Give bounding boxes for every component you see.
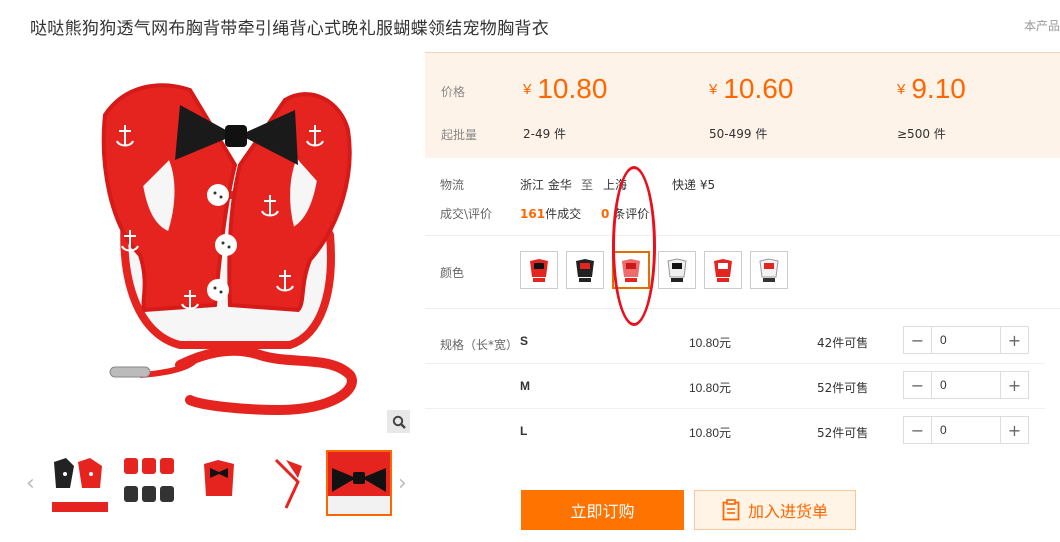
add-to-cart-button[interactable]: 加入进货单 <box>694 490 856 530</box>
logistics-to-word: 至 <box>581 178 594 192</box>
tier-qty-3: ≥500 件 <box>897 127 946 141</box>
spec-stock: 42件可售 <box>817 336 869 350</box>
spec-price: 10.80元 <box>689 336 732 350</box>
shipping-fee: 快递 ¥5 <box>672 178 716 192</box>
spec-size: M <box>520 379 530 393</box>
quantity-input[interactable] <box>932 417 1000 443</box>
plus-icon[interactable]: + <box>1000 327 1028 353</box>
spec-row-l: L 10.80元 52件可售 − + <box>425 410 1045 454</box>
tier-qty-2: 50-499 件 <box>709 127 768 141</box>
color-swatch-2[interactable] <box>566 251 604 289</box>
chevron-left-icon[interactable]: ‹ <box>26 472 38 496</box>
quantity-input[interactable] <box>932 327 1000 353</box>
minus-icon[interactable]: − <box>904 417 932 443</box>
color-swatch-3[interactable] <box>612 251 650 289</box>
spec-row-s: S 10.80元 42件可售 − + <box>425 320 1045 364</box>
harness-illustration <box>101 83 357 416</box>
magnifier-icon <box>392 415 406 429</box>
plus-icon[interactable]: + <box>1000 372 1028 398</box>
tier-price-1: ¥10.80 <box>523 73 608 104</box>
spec-size: S <box>520 334 529 348</box>
clipboard-icon <box>722 499 740 521</box>
product-title: 哒哒熊狗狗透气网布胸背带牵引绳背心式晚礼服蝴蝶领结宠物胸背衣 <box>30 19 549 39</box>
chevron-right-icon[interactable]: › <box>398 472 410 496</box>
color-swatch-5[interactable] <box>704 251 742 289</box>
thumbnail-4[interactable] <box>258 452 320 514</box>
spec-price: 10.80元 <box>689 381 732 395</box>
review-count[interactable]: 0 条评价 <box>601 205 649 222</box>
divider <box>425 235 1060 236</box>
logistics-label: 物流 <box>440 178 465 192</box>
sold-count[interactable]: 161件成交 <box>520 205 581 222</box>
thumbnail-2[interactable] <box>118 452 180 514</box>
minus-icon[interactable]: − <box>904 327 932 353</box>
color-swatch-4[interactable] <box>658 251 696 289</box>
moq-label: 起批量 <box>441 128 478 142</box>
thumbnail-5[interactable] <box>326 450 392 516</box>
tier-price-2: ¥10.60 <box>709 73 794 104</box>
plus-icon[interactable]: + <box>1000 417 1028 443</box>
buy-now-button[interactable]: 立即订购 <box>521 490 684 530</box>
spec-stock: 52件可售 <box>817 426 869 440</box>
thumbnail-3[interactable] <box>188 452 250 514</box>
main-product-image[interactable] <box>30 55 410 435</box>
color-swatch-6[interactable] <box>750 251 788 289</box>
spec-row-m: M 10.80元 52件可售 − + <box>425 365 1045 409</box>
quantity-stepper: − + <box>903 326 1029 354</box>
thumbnail-1[interactable] <box>48 452 110 514</box>
spec-size: L <box>520 424 528 438</box>
quantity-input[interactable] <box>932 372 1000 398</box>
corner-link[interactable]: 本产品 <box>1024 17 1060 34</box>
logistics-from: 浙江 金华 <box>520 178 572 192</box>
tier-price-3: ¥9.10 <box>897 73 966 104</box>
quantity-stepper: − + <box>903 371 1029 399</box>
thumbnail-strip: ‹ › <box>26 450 416 518</box>
price-tier-panel: 价格 起批量 ¥10.80 2-49 件 ¥10.60 50-499 件 ¥9.… <box>425 52 1060 158</box>
divider <box>425 308 1060 309</box>
price-label: 价格 <box>441 85 466 99</box>
zoom-button[interactable] <box>387 410 410 433</box>
color-swatch-1[interactable] <box>520 251 558 289</box>
spec-price: 10.80元 <box>689 426 732 440</box>
quantity-stepper: − + <box>903 416 1029 444</box>
color-label: 颜色 <box>440 266 465 280</box>
add-to-cart-label: 加入进货单 <box>747 502 828 521</box>
minus-icon[interactable]: − <box>904 372 932 398</box>
deals-label: 成交\评价 <box>440 207 493 221</box>
logistics-destination[interactable]: 上海 <box>603 176 627 193</box>
spec-stock: 52件可售 <box>817 381 869 395</box>
tier-qty-1: 2-49 件 <box>523 127 567 141</box>
